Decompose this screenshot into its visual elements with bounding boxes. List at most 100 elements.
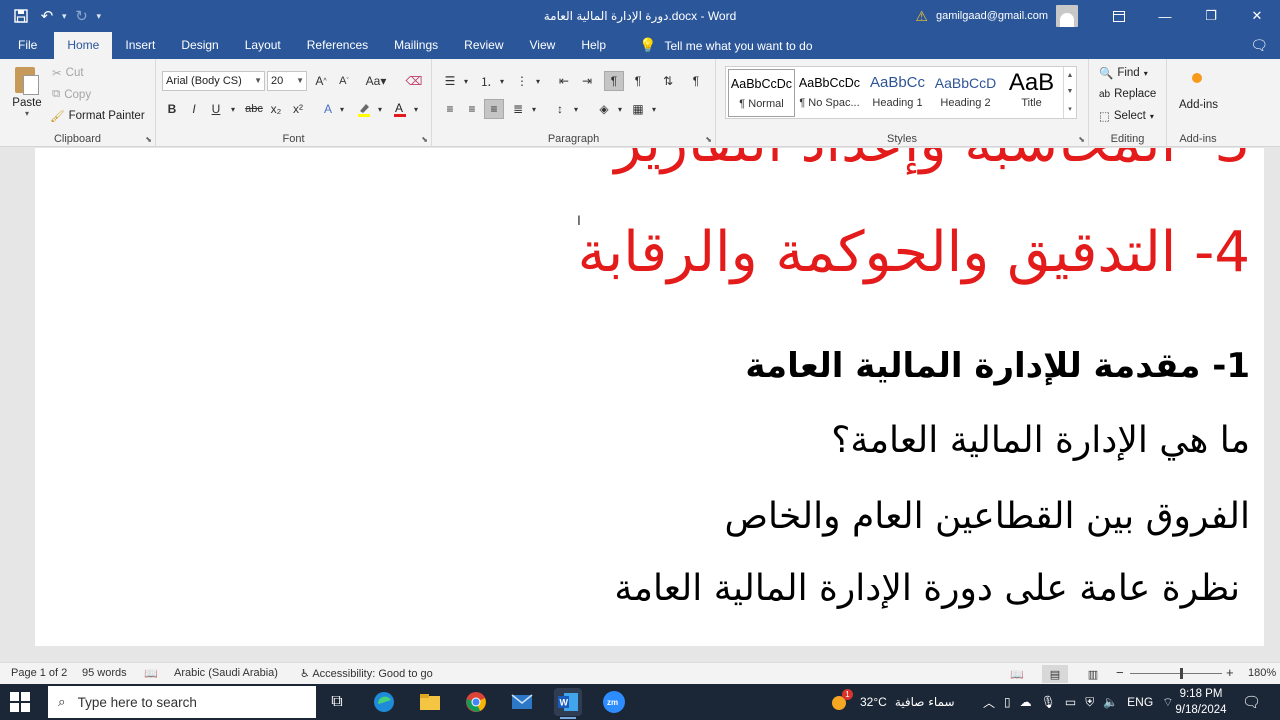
comments-icon[interactable]: 🗨 [1250, 37, 1268, 54]
bold-button[interactable]: B [162, 99, 182, 119]
font-launcher-icon[interactable]: ⬊ [421, 135, 428, 144]
increase-indent-icon[interactable]: ⇥ [577, 71, 597, 91]
styles-gallery-scroll[interactable]: ▲ ▼ ▾ [1063, 67, 1076, 118]
style-no-spacing[interactable]: AaBbCcDc ¶ No Spac... [796, 69, 863, 117]
close-button[interactable]: ✕ [1234, 0, 1280, 32]
style-heading-1[interactable]: AaBbCc Heading 1 [864, 69, 931, 117]
zoom-slider-thumb[interactable] [1180, 668, 1183, 679]
styles-launcher-icon[interactable]: ⬊ [1078, 135, 1085, 144]
addins-button[interactable]: Add-ins [1179, 99, 1218, 111]
page-count[interactable]: Page 1 of 2 [11, 667, 67, 679]
document-paragraph[interactable]: نظرة عامة على دورة الإدارة المالية العام… [614, 568, 1240, 609]
style-normal[interactable]: AaBbCcDc ¶ Normal [728, 69, 795, 117]
superscript-button[interactable]: x² [288, 99, 308, 119]
accessibility-status[interactable]: ♿ Accessibility: Good to go [300, 667, 433, 680]
align-center-icon[interactable]: ≡ [462, 99, 482, 119]
taskbar-search[interactable]: ⌕ Type here to search [48, 686, 316, 718]
document-section-title[interactable]: 1- مقدمة للإدارة المالية العامة [745, 346, 1250, 386]
cut-button[interactable]: ✂ Cut [52, 66, 84, 80]
chevron-down-icon[interactable]: ▼ [1067, 88, 1074, 95]
grow-font-icon[interactable]: A ^ [311, 71, 331, 91]
line-spacing-dropdown-icon[interactable]: ▾ [566, 99, 586, 119]
vertical-scrollbar[interactable] [1264, 148, 1280, 646]
print-layout-icon[interactable]: ▤ [1042, 665, 1068, 683]
addins-icon[interactable] [1192, 73, 1202, 83]
format-painter-button[interactable]: 🖌 Format Painter [50, 109, 145, 123]
save-icon[interactable] [10, 5, 32, 27]
warning-icon[interactable]: ⚠ [915, 8, 928, 25]
undo-dropdown-icon[interactable]: ▾ [62, 11, 67, 22]
show-hidden-icons-icon[interactable]: ︿ [983, 694, 995, 711]
clipboard-launcher-icon[interactable]: ⬊ [145, 135, 152, 144]
copy-button[interactable]: ⧉ Copy [52, 88, 91, 101]
document-page[interactable]: 3- المحاسبة وإعداد التقارير 4- التدقيق و… [35, 148, 1264, 646]
zoom-app-icon[interactable]: zm [600, 688, 628, 716]
security-icon[interactable]: ⛨ [1085, 695, 1094, 710]
document-heading-line[interactable]: 3- المحاسبة وإعداد التقارير [614, 148, 1250, 175]
file-explorer-icon[interactable] [416, 688, 444, 716]
web-layout-icon[interactable]: ▥ [1080, 665, 1106, 683]
mail-icon[interactable] [508, 688, 536, 716]
customize-qat-icon[interactable]: ▾ [97, 11, 102, 22]
decrease-indent-icon[interactable]: ⇤ [554, 71, 574, 91]
paste-dropdown-icon[interactable]: ▾ [8, 109, 46, 118]
sort-icon[interactable]: ⇅ [658, 71, 678, 91]
zoom-out-icon[interactable]: − [1116, 665, 1124, 680]
subscript-button[interactable]: x₂ [266, 99, 286, 119]
find-button[interactable]: 🔍 Find ▾ [1099, 66, 1148, 80]
highlight-dropdown-icon[interactable]: ▾ [370, 99, 390, 119]
shading-dropdown-icon[interactable]: ▾ [610, 99, 630, 119]
zoom-slider[interactable] [1130, 673, 1222, 674]
strikethrough-button[interactable]: abc [244, 99, 264, 119]
volume-icon[interactable]: 🔈 [1103, 695, 1118, 709]
zoom-in-icon[interactable]: + [1226, 665, 1234, 680]
replace-button[interactable]: ab Replace [1099, 88, 1156, 100]
chrome-icon[interactable] [462, 688, 490, 716]
network-icon[interactable]: ▭ [1065, 695, 1076, 709]
clock[interactable]: 9:18 PM 9/18/2024 [1168, 686, 1234, 718]
clear-formatting-icon[interactable]: ⌫ [404, 71, 424, 91]
borders-dropdown-icon[interactable]: ▾ [644, 99, 664, 119]
chevron-up-icon[interactable]: ▲ [1067, 72, 1074, 79]
text-effects-dropdown-icon[interactable]: ▾ [332, 99, 352, 119]
justify-dropdown-icon[interactable]: ▾ [524, 99, 544, 119]
document-area[interactable]: 3- المحاسبة وإعداد التقارير 4- التدقيق و… [0, 148, 1280, 662]
font-size-combo[interactable]: 20 ▼ [267, 71, 307, 91]
font-name-combo[interactable]: Arial (Body CS) ▼ [162, 71, 265, 91]
bullets-dropdown-icon[interactable]: ▾ [456, 71, 476, 91]
gallery-more-icon[interactable]: ▾ [1068, 105, 1072, 113]
account-email[interactable]: gamilgaad@gmail.com [936, 10, 1048, 22]
italic-button[interactable]: I [184, 99, 204, 119]
paragraph-launcher-icon[interactable]: ⬊ [705, 135, 712, 144]
proofing-icon[interactable]: 📖 [144, 667, 158, 680]
device-icon[interactable]: ▯ [1004, 695, 1011, 709]
shrink-font-icon[interactable]: Aˇ [334, 71, 354, 91]
tab-review[interactable]: Review [451, 32, 516, 59]
word-taskbar-icon[interactable]: W [554, 688, 582, 719]
ribbon-display-options-icon[interactable] [1096, 0, 1142, 32]
change-case-icon[interactable]: Aa▾ [362, 71, 390, 91]
underline-dropdown-icon[interactable]: ▾ [223, 99, 243, 119]
align-left-icon[interactable]: ≡ [440, 99, 460, 119]
style-title[interactable]: AaB Title [998, 69, 1065, 117]
multilevel-dropdown-icon[interactable]: ▾ [528, 71, 548, 91]
tab-design[interactable]: Design [168, 32, 231, 59]
tab-references[interactable]: References [294, 32, 381, 59]
rtl-direction-icon[interactable]: ¶ [604, 71, 624, 91]
document-heading-line[interactable]: 4- التدقيق والحوكمة والرقابة [578, 220, 1250, 285]
select-button[interactable]: ⬚ Select ▾ [1099, 109, 1154, 123]
tab-view[interactable]: View [517, 32, 569, 59]
paste-button[interactable]: Paste ▾ [8, 63, 46, 118]
tab-help[interactable]: Help [568, 32, 619, 59]
document-paragraph[interactable]: ما هي الإدارة المالية العامة؟ [831, 420, 1250, 461]
language-indicator-taskbar[interactable]: ENG [1127, 695, 1153, 709]
cloud-icon[interactable]: ☁ [1020, 695, 1032, 709]
tab-insert[interactable]: Insert [112, 32, 168, 59]
numbering-dropdown-icon[interactable]: ▾ [492, 71, 512, 91]
task-view-icon[interactable]: ⧉ [323, 688, 351, 716]
undo-icon[interactable]: ↶ [36, 5, 58, 27]
align-right-icon[interactable]: ≡ [484, 99, 504, 119]
redo-icon[interactable]: ↻ [71, 5, 93, 27]
notification-icon[interactable]: 🗨 [1242, 684, 1261, 720]
tab-mailings[interactable]: Mailings [381, 32, 451, 59]
